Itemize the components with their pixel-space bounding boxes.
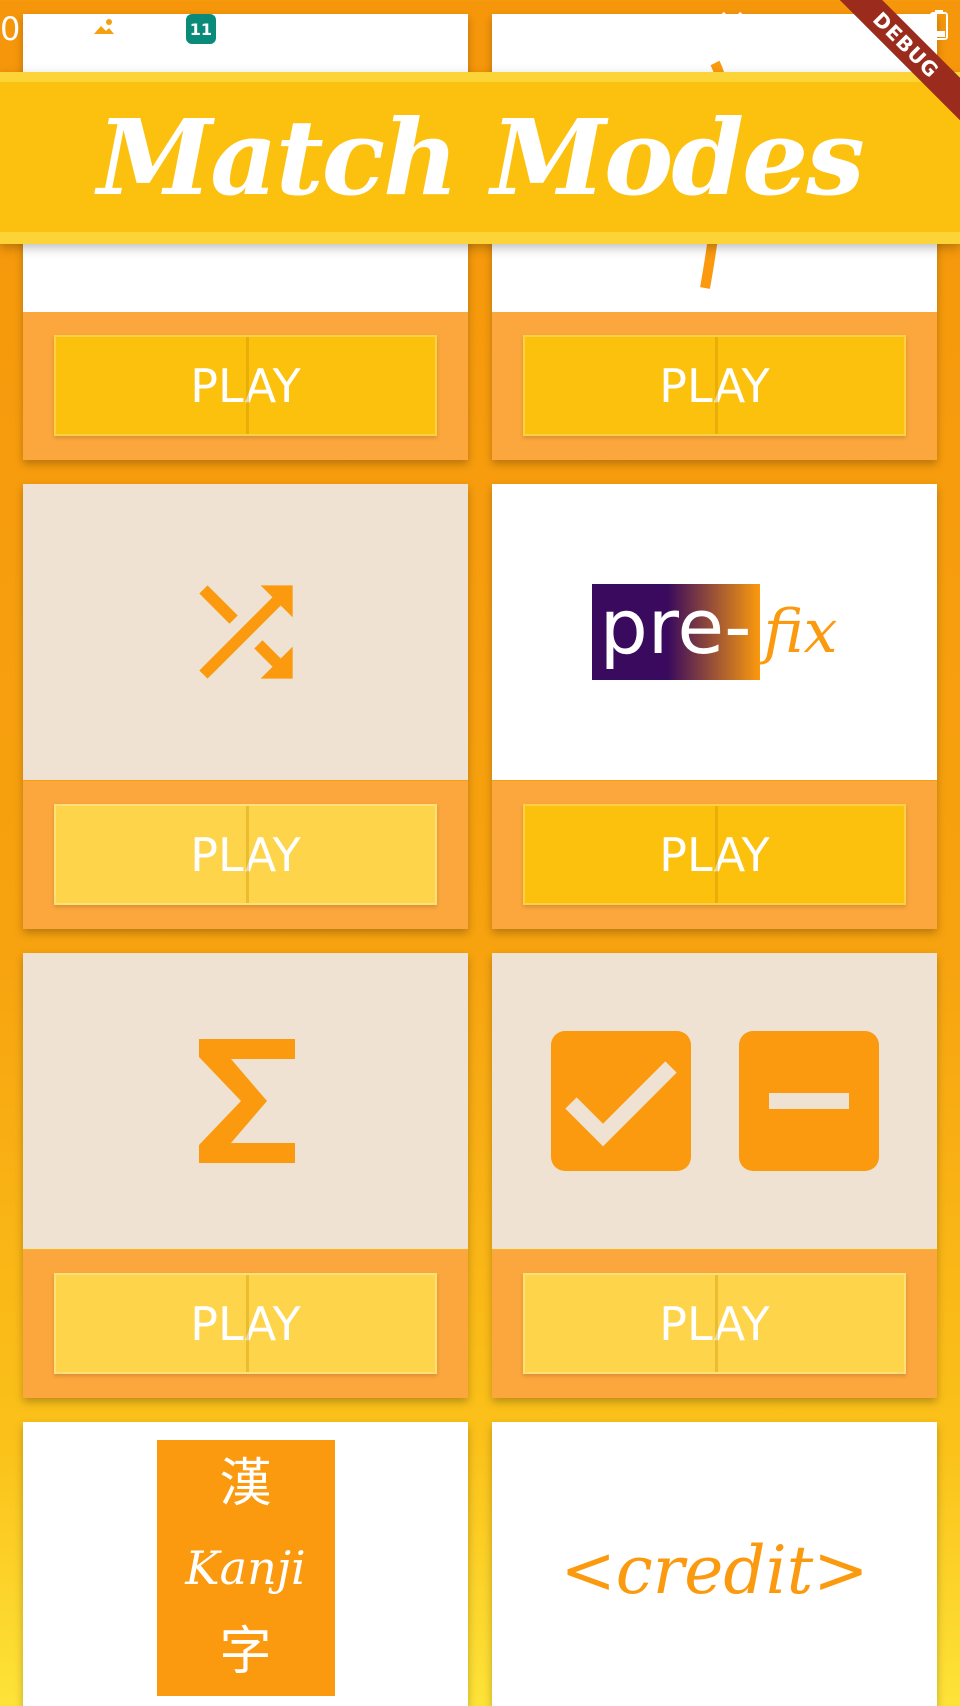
notification-dots: •• [233,17,258,41]
play-button-divider [715,1275,718,1372]
play-button-divider [246,337,249,434]
play-button[interactable]: PLAY [523,335,906,436]
kanji-logo: 漢 Kanji 字 [156,1440,335,1696]
page-title: Match Modes [97,95,865,219]
kanji-mid: Kanji [185,1540,306,1595]
card-footer: PLAY [492,312,937,460]
battery-icon [930,10,948,48]
gallery-icon [90,12,118,47]
play-button-divider [715,337,718,434]
card-image [492,953,937,1249]
mode-card-shuffle: PLAY [23,484,468,929]
mode-card-credit: <credit> [492,1422,937,1706]
kanji-top: 漢 [219,1453,272,1514]
play-button[interactable]: PLAY [54,1273,437,1374]
calendar-badge: 11 [189,19,212,39]
play-button[interactable]: PLAY [523,804,906,905]
shuffle-icon [198,585,293,679]
prefix-logo-left: pre- [591,584,760,680]
status-bar: 0:01 11 •• 25% [0,0,960,56]
card-image: pre- fix [492,484,937,780]
status-time: 0:01 [0,10,72,48]
kanji-bottom: 字 [219,1622,272,1683]
card-image [23,953,468,1249]
play-button[interactable]: PLAY [54,804,437,905]
app-header: Match Modes [0,72,960,244]
prefix-logo: pre- fix [591,584,838,680]
card-image [23,484,468,780]
play-button[interactable]: PLAY [523,1273,906,1374]
play-button-divider [246,806,249,903]
card-footer: PLAY [23,781,468,929]
mode-card-kanji: 漢 Kanji 字 [23,1422,468,1706]
card-image: <credit> [492,1422,937,1706]
credit-logo: <credit> [560,1532,869,1609]
card-footer: PLAY [23,1250,468,1398]
play-button-divider [715,806,718,903]
checkbox-checked-icon [550,1031,691,1171]
mode-card-sum: PLAY [23,953,468,1398]
card-image: 漢 Kanji 字 [23,1422,468,1706]
play-button-divider [246,1275,249,1372]
signal-icon [809,12,835,47]
wifi-icon [761,12,795,47]
news-icon [135,12,168,47]
card-footer: PLAY [492,781,937,929]
mode-card-prefix: pre- fix PLAY [492,484,937,929]
alarm-icon [717,10,747,48]
play-button[interactable]: PLAY [54,335,437,436]
prefix-logo-right: fix [763,597,838,667]
mode-grid: PLAY PLAY PLAY pre- fix PLAY PLAY PLAY 漢… [0,0,960,1706]
checkbox-indeterminate-icon [738,1031,879,1171]
mode-card-checkbox: PLAY [492,953,937,1398]
card-footer: PLAY [23,312,468,460]
card-footer: PLAY [492,1250,937,1398]
sigma-icon [198,1039,295,1163]
calendar-icon: 11 [185,14,216,44]
